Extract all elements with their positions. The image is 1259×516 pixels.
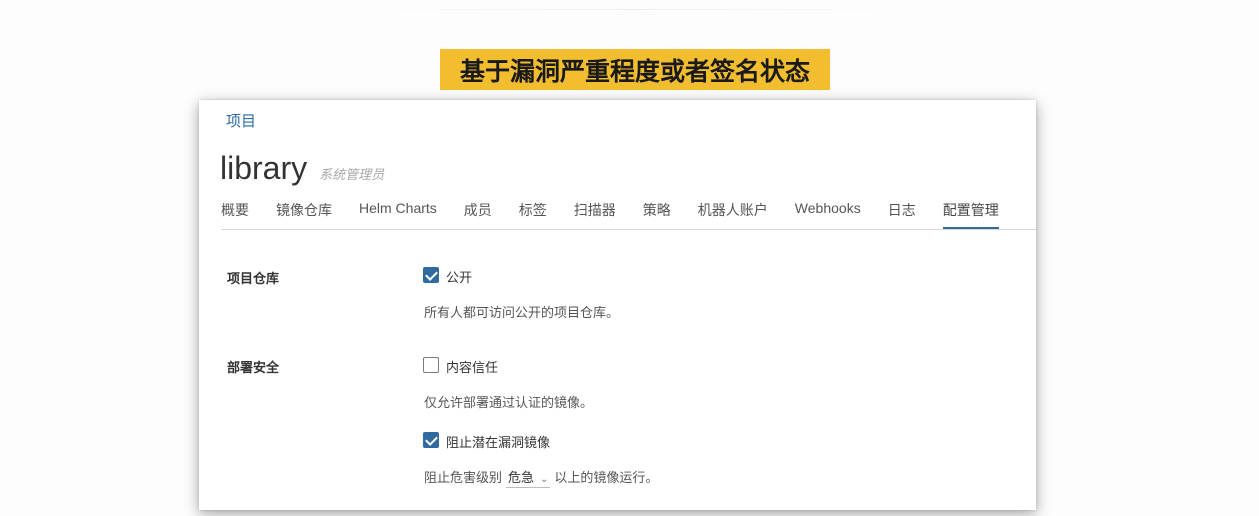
content-trust-help-text: 仅允许部署通过认证的镜像。	[424, 396, 594, 411]
slide-caption: 基于漏洞严重程度或者签名状态	[440, 49, 830, 90]
severity-value: 危急	[508, 471, 535, 486]
content-trust-checkbox[interactable]	[423, 357, 439, 373]
severity-help-line: 阻止危害级别 危急 ⌄ 以上的镜像运行。	[424, 467, 658, 488]
tab-summary[interactable]: 概要	[221, 200, 249, 227]
tab-configuration[interactable]: 配置管理	[942, 200, 999, 229]
project-name: library	[220, 150, 308, 186]
severity-help-prefix: 阻止危害级别	[424, 471, 503, 486]
tab-labels[interactable]: 标签	[519, 200, 547, 227]
prevent-vulnerable-checkbox[interactable]	[423, 432, 439, 448]
prevent-vulnerable-label[interactable]: 阻止潜在漏洞镜像	[446, 432, 550, 451]
repo-setting-label: 项目仓库	[227, 272, 280, 287]
project-role: 系统管理员	[319, 168, 385, 183]
tab-policy[interactable]: 策略	[643, 200, 671, 227]
tab-members[interactable]: 成员	[464, 200, 492, 227]
project-panel: 项目 library 系统管理员 概要 镜像仓库 Helm Charts 成员 …	[199, 100, 1036, 510]
tab-repositories[interactable]: 镜像仓库	[276, 200, 332, 227]
tab-robot-accounts[interactable]: 机器人账户	[698, 200, 768, 227]
top-divider	[340, 9, 930, 10]
project-title-row: library 系统管理员	[220, 150, 384, 187]
tab-scanners[interactable]: 扫描器	[574, 200, 616, 227]
public-label[interactable]: 公开	[446, 267, 472, 286]
severity-select[interactable]: 危急 ⌄	[506, 467, 551, 488]
tab-helm-charts[interactable]: Helm Charts	[359, 200, 437, 227]
breadcrumb[interactable]: 项目	[226, 110, 256, 131]
public-help-text: 所有人都可访问公开的项目仓库。	[424, 306, 620, 321]
project-tabs: 概要 镜像仓库 Helm Charts 成员 标签 扫描器 策略 机器人账户 W…	[221, 200, 1036, 230]
chevron-down-icon: ⌄	[540, 474, 549, 485]
deploy-security-label: 部署安全	[227, 361, 280, 376]
public-checkbox[interactable]	[423, 267, 439, 283]
tab-webhooks[interactable]: Webhooks	[795, 200, 861, 227]
tab-logs[interactable]: 日志	[888, 200, 916, 227]
severity-help-suffix: 以上的镜像运行。	[554, 471, 659, 486]
content-trust-label[interactable]: 内容信任	[446, 357, 498, 376]
